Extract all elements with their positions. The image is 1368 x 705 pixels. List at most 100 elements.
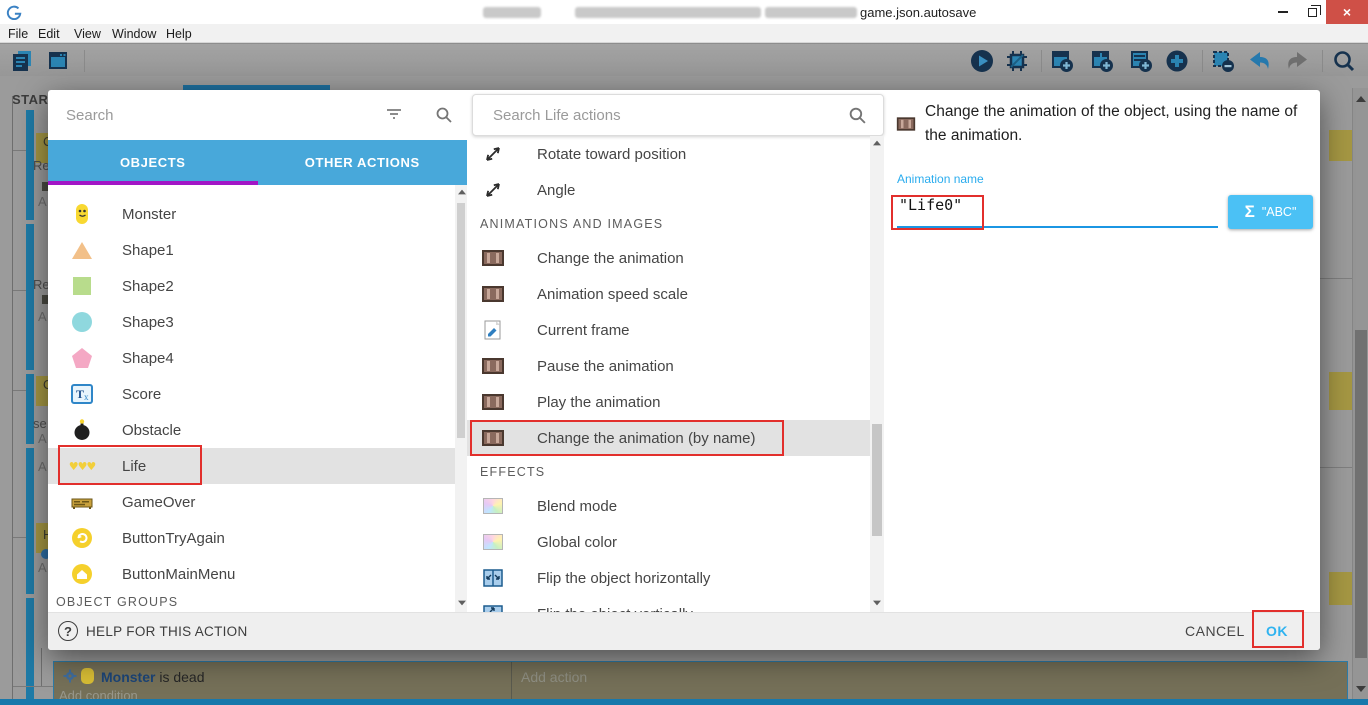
expression-builder-button[interactable]: Σ "ABC" [1228, 195, 1313, 229]
object-search-input[interactable] [48, 90, 467, 140]
menu-help[interactable]: Help [166, 27, 192, 41]
action-item-change-the-animation[interactable]: Change the animation [467, 240, 870, 276]
list-item-label: Obstacle [122, 422, 181, 439]
search-events-icon[interactable] [1330, 48, 1358, 74]
add-event-icon[interactable] [1048, 48, 1076, 74]
hearts-icon: ♥♥♥ [70, 454, 94, 478]
menu-edit[interactable]: Edit [38, 27, 60, 41]
svg-text:T: T [76, 387, 84, 401]
blend-icon [481, 530, 505, 554]
field-underline [897, 226, 1218, 228]
list-item-label: Life [122, 458, 146, 475]
help-link[interactable]: ? HELP FOR THIS ACTION [58, 621, 248, 641]
list-item-label: Shape1 [122, 242, 174, 259]
event-highlight-row [1329, 372, 1352, 410]
title-redaction [575, 7, 761, 18]
list-item-label: Shape2 [122, 278, 174, 295]
dialog-footer: ? HELP FOR THIS ACTION CANCEL OK [48, 612, 1320, 650]
menubar: File Edit View Window Help [0, 24, 1368, 43]
object-list-scrollbar[interactable] [455, 185, 467, 612]
delete-selection-icon[interactable] [1209, 48, 1237, 74]
list-item-label: GameOver [122, 494, 195, 511]
titlebar: game.json.autosave × [0, 0, 1368, 24]
tab-other-actions[interactable]: OTHER ACTIONS [258, 140, 468, 185]
section-header: ANIMATIONS AND IMAGES [467, 208, 870, 240]
object-item-monster[interactable]: Monster [48, 196, 455, 232]
action-item-pause-the-animation[interactable]: Pause the animation [467, 348, 870, 384]
scene-window-icon[interactable] [44, 48, 72, 74]
film-icon [481, 390, 505, 414]
restore-button[interactable] [1298, 0, 1326, 24]
action-item-change-the-animation-by-name-[interactable]: Change the animation (by name) [467, 420, 870, 456]
tab-objects[interactable]: OBJECTS [48, 140, 258, 185]
add-comment-icon[interactable] [1127, 48, 1155, 74]
object-groups-header: OBJECT GROUPS [48, 592, 455, 612]
menu-window[interactable]: Window [112, 27, 156, 41]
list-item-label: Current frame [537, 322, 630, 339]
redo-icon[interactable] [1284, 48, 1312, 74]
animation-name-field[interactable]: "Life0" [899, 196, 962, 214]
action-item-global-color[interactable]: Global color [467, 524, 870, 560]
scroll-up-icon[interactable] [873, 141, 881, 146]
action-item-angle[interactable]: Angle [467, 172, 870, 208]
action-item-play-the-animation[interactable]: Play the animation [467, 384, 870, 420]
play-preview-icon[interactable] [968, 48, 996, 74]
object-item-buttonmainmenu[interactable]: ButtonMainMenu [48, 556, 455, 592]
event-tree-line [12, 96, 13, 699]
scroll-down-icon[interactable] [1356, 686, 1366, 692]
add-subevent-icon[interactable] [1088, 48, 1116, 74]
add-action-link[interactable]: Add action [521, 669, 587, 685]
action-item-animation-speed-scale[interactable]: Animation speed scale [467, 276, 870, 312]
action-list-scrollbar[interactable] [870, 136, 884, 612]
action-item-flip-the-object-vertically[interactable]: Flip the object vertically [467, 596, 870, 612]
help-icon: ? [58, 621, 78, 641]
window-title: game.json.autosave [860, 5, 976, 20]
filter-icon[interactable] [385, 107, 403, 121]
object-item-shape4[interactable]: Shape4 [48, 340, 455, 376]
action-item-rotate-toward-position[interactable]: Rotate toward position [467, 136, 870, 172]
close-button[interactable]: × [1326, 0, 1368, 24]
action-list: Rotate toward positionAngleANIMATIONS AN… [467, 136, 870, 612]
action-item-blend-mode[interactable]: Blend mode [467, 488, 870, 524]
selected-event-border [0, 699, 1368, 705]
scrollbar-thumb[interactable] [872, 424, 882, 536]
toolbar [0, 43, 1368, 76]
events-scrollbar[interactable] [1352, 88, 1368, 705]
action-item-flip-the-object-horizontally[interactable]: Flip the object horizontally [467, 560, 870, 596]
object-item-shape1[interactable]: Shape1 [48, 232, 455, 268]
scroll-down-icon[interactable] [458, 601, 466, 606]
debug-icon[interactable] [1003, 48, 1031, 74]
undo-icon[interactable] [1245, 48, 1273, 74]
event-monster-is-dead[interactable]: Monster is dead Add condition Add action [53, 661, 1348, 700]
scrollbar-thumb[interactable] [1355, 330, 1367, 658]
ok-button[interactable]: OK [1266, 623, 1288, 639]
cancel-button[interactable]: CANCEL [1185, 623, 1245, 639]
scroll-down-icon[interactable] [873, 601, 881, 606]
object-item-shape2[interactable]: Shape2 [48, 268, 455, 304]
object-item-gameover[interactable]: GameOver [48, 484, 455, 520]
action-item-current-frame[interactable]: Current frame [467, 312, 870, 348]
menu-view[interactable]: View [74, 27, 101, 41]
menu-file[interactable]: File [8, 27, 28, 41]
object-item-shape3[interactable]: Shape3 [48, 304, 455, 340]
flip-v-icon [481, 602, 505, 612]
event-text-fragment: A [38, 459, 47, 474]
monster-mini-icon [81, 668, 94, 684]
tree-connector [13, 686, 53, 687]
scroll-up-icon[interactable] [1356, 96, 1366, 102]
object-item-score[interactable]: TxScore [48, 376, 455, 412]
minimize-button[interactable] [1268, 0, 1298, 24]
project-manager-icon[interactable] [8, 48, 36, 74]
condition-text: Monster is dead [101, 669, 205, 685]
object-search [48, 90, 467, 140]
object-item-buttontryagain[interactable]: ButtonTryAgain [48, 520, 455, 556]
add-circle-icon[interactable] [1163, 48, 1191, 74]
list-item-label: Shape4 [122, 350, 174, 367]
action-search-input[interactable] [473, 95, 883, 135]
film-strip-icon [895, 114, 917, 134]
object-item-life[interactable]: ♥♥♥ Life [48, 448, 455, 484]
list-item-label: Score [122, 386, 161, 403]
scrollbar-thumb[interactable] [457, 203, 465, 438]
object-item-obstacle[interactable]: Obstacle [48, 412, 455, 448]
scroll-up-icon[interactable] [458, 190, 466, 195]
